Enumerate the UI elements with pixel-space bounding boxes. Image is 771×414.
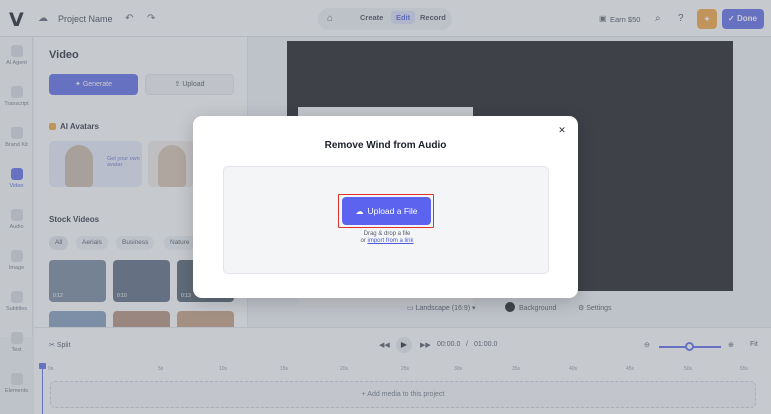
file-dropzone[interactable]: ☁ Upload a File Drag & drop a file or imp… (223, 166, 549, 274)
drag-drop-hint: Drag & drop a file or import from a link (224, 231, 550, 245)
drag-drop-text: Drag & drop a file (363, 231, 411, 237)
or-text: or (360, 238, 366, 244)
close-icon[interactable]: ✕ (555, 123, 569, 137)
upload-file-button[interactable]: ☁ Upload a File (342, 197, 431, 225)
cloud-upload-icon: ☁ (355, 207, 364, 216)
upload-file-label: Upload a File (367, 206, 418, 216)
dialog-title: Remove Wind from Audio (324, 140, 447, 151)
import-link[interactable]: import from a link (368, 238, 414, 244)
remove-wind-dialog: ✕ Remove Wind from Audio ☁ Upload a File … (193, 116, 578, 298)
